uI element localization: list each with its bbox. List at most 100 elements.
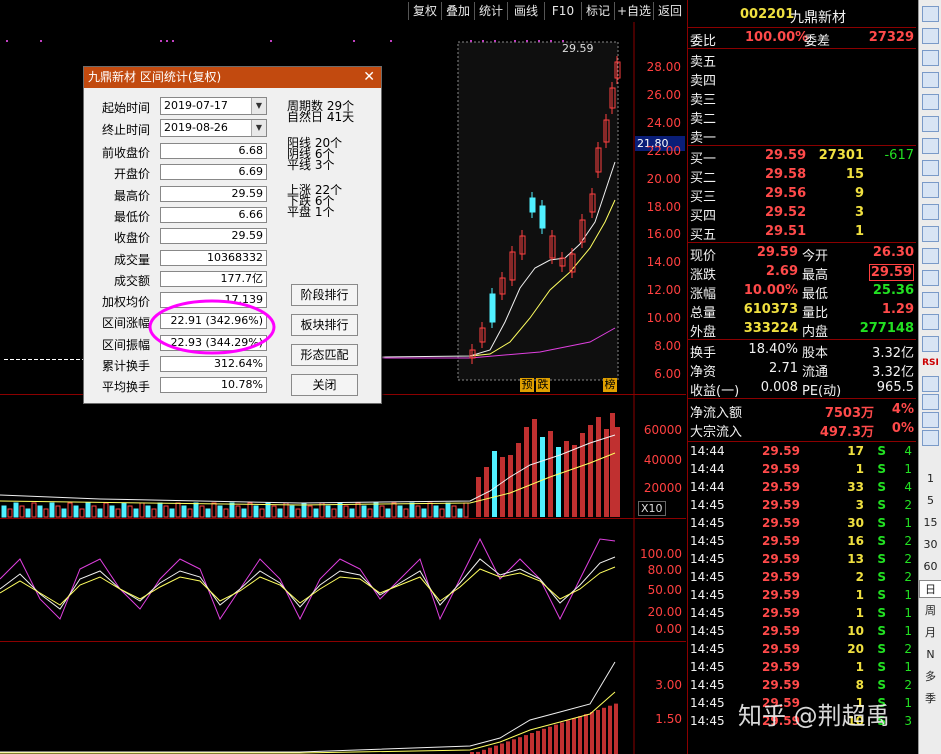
close-icon[interactable]: ✕ xyxy=(363,67,375,87)
tick-price: 29.59 xyxy=(762,516,800,530)
rsi-label[interactable]: RSI xyxy=(919,358,941,368)
period-2[interactable]: 5 xyxy=(919,492,941,510)
arrow-up-icon[interactable] xyxy=(922,6,939,22)
period-10[interactable]: 多 xyxy=(919,668,941,686)
back-button[interactable]: 返回 xyxy=(653,2,686,20)
period-7[interactable]: 周 xyxy=(919,602,941,620)
chart-icon[interactable] xyxy=(922,376,939,392)
arrow-down-icon[interactable] xyxy=(922,28,939,44)
arrow-down-double-icon[interactable] xyxy=(922,72,939,88)
period-8[interactable]: 月 xyxy=(919,624,941,642)
move-icon[interactable] xyxy=(922,412,939,428)
buy-level-row: 买一 29.59 27301 -617 xyxy=(688,147,916,167)
quote-stat-row: 外盘 333224 内盘 277148 xyxy=(688,320,916,340)
trade-tick-row: 14:45 29.59 3 S 2 xyxy=(688,497,916,515)
mark-button[interactable]: 标记 xyxy=(581,2,614,20)
marker-drop[interactable]: 跌 xyxy=(536,378,550,392)
period-6[interactable]: 日 xyxy=(919,580,941,598)
price-tick: 16.00 xyxy=(646,227,681,242)
chevron-down-icon[interactable]: ▼ xyxy=(251,120,266,136)
chevron-down-icon[interactable]: ▼ xyxy=(251,98,266,114)
field-value: 10368332 xyxy=(160,249,267,266)
stat-value: 965.5 xyxy=(876,380,914,395)
volume-bar xyxy=(49,502,55,518)
chart-icon[interactable] xyxy=(922,394,939,410)
period-1[interactable]: 1 xyxy=(919,470,941,488)
volume-bar xyxy=(361,505,367,518)
volume-bar xyxy=(103,502,109,518)
crosshair-icon[interactable] xyxy=(922,336,939,352)
start-time-picker[interactable]: 2019-07-17 ▼ xyxy=(160,97,267,115)
start-time-value: 2019-07-17 xyxy=(164,99,228,112)
volume-bar xyxy=(73,505,79,518)
trade-tick-row: 14:45 29.59 1 S 1 xyxy=(688,659,916,677)
volume-bar xyxy=(37,505,43,518)
bar-chart-icon[interactable] xyxy=(922,182,939,198)
marker-forecast[interactable]: 预 xyxy=(520,378,534,392)
indicator-pane[interactable]: 3.00 1.50 知乎 @荆超禹 xyxy=(0,642,890,754)
tick-volume: 1 xyxy=(855,588,864,602)
price-tick: 10.00 xyxy=(646,311,681,326)
add-favorite-button[interactable]: +自选 xyxy=(614,2,653,20)
overlay-button[interactable]: 叠加 xyxy=(441,2,474,20)
volume-bar xyxy=(367,508,373,518)
kdj-tick-0: 0.00 xyxy=(655,622,682,636)
volume-bar xyxy=(193,502,199,518)
stat-label: PE(动) xyxy=(802,384,842,399)
line-chart-icon[interactable] xyxy=(922,138,939,154)
flow-percent: 0% xyxy=(891,421,914,436)
statistics-button[interactable]: 统计 xyxy=(474,2,507,20)
buy-level-row: 买四 29.52 3 xyxy=(688,204,916,224)
tick-time: 14:45 xyxy=(690,498,725,512)
volume-bar xyxy=(427,502,433,518)
buy-level-change: -617 xyxy=(884,148,914,163)
close-button[interactable]: 关闭 xyxy=(291,374,358,396)
period-11[interactable]: 季 xyxy=(919,690,941,708)
volume-pane[interactable]: 60000 40000 20000 X10 xyxy=(0,395,686,519)
candle-body xyxy=(22,359,26,360)
period-5[interactable]: 60 xyxy=(919,558,941,576)
tick-price: 29.59 xyxy=(762,462,800,476)
period-9[interactable]: N xyxy=(919,646,941,664)
grid-icon[interactable] xyxy=(922,314,939,330)
candle-body xyxy=(34,359,38,360)
f10-icon[interactable] xyxy=(922,226,939,242)
list-icon[interactable] xyxy=(922,292,939,308)
dialog-titlebar[interactable]: 九鼎新材 区间统计(复权) ✕ xyxy=(84,67,381,88)
price-tick: 24.00 xyxy=(646,115,681,130)
pattern-match-button[interactable]: 形态匹配 xyxy=(291,344,358,366)
grid-icon[interactable] xyxy=(922,94,939,110)
volume-bar xyxy=(19,505,25,518)
marker-list[interactable]: 榜 xyxy=(603,378,617,392)
volume-bar xyxy=(355,502,361,518)
indicator-bar xyxy=(614,703,618,754)
tick-time: 14:45 xyxy=(690,534,725,548)
tick-count: 1 xyxy=(904,660,912,674)
tick-count: 2 xyxy=(904,498,912,512)
candle-icon[interactable] xyxy=(922,160,939,176)
period-3[interactable]: 15 xyxy=(919,514,941,532)
f11-icon[interactable] xyxy=(922,248,939,264)
tick-count: 2 xyxy=(904,678,912,692)
sector-ranking-button[interactable]: 板块排行 xyxy=(291,314,358,336)
volume-bar xyxy=(492,451,497,517)
interval-stats-dialog: 九鼎新材 区间统计(复权) ✕ 起始时间 2019-07-17 ▼ 终止时间 20… xyxy=(83,66,382,404)
volume-bar xyxy=(109,505,115,518)
stat-value: 26.30 xyxy=(872,245,914,260)
fuquan-button[interactable]: 复权 xyxy=(408,2,441,20)
chart-icon[interactable] xyxy=(922,116,939,132)
volume-bar xyxy=(403,508,409,518)
arrow-up-double-icon[interactable] xyxy=(922,50,939,66)
f12-icon[interactable] xyxy=(922,270,939,286)
volume-bar xyxy=(610,413,615,517)
pen-icon[interactable] xyxy=(922,430,939,446)
kdj-pane[interactable]: 100.00 80.00 50.00 20.00 0.00 xyxy=(0,519,686,642)
f10-button[interactable]: F10 xyxy=(544,2,581,20)
draw-line-button[interactable]: 画线 xyxy=(507,2,544,20)
end-time-picker[interactable]: 2019-08-26 ▼ xyxy=(160,119,267,137)
period-4[interactable]: 30 xyxy=(919,536,941,554)
volume-bar xyxy=(1,505,7,518)
stage-ranking-button[interactable]: 阶段排行 xyxy=(291,284,358,306)
f10-icon[interactable] xyxy=(922,204,939,220)
volume-bar xyxy=(157,502,163,518)
